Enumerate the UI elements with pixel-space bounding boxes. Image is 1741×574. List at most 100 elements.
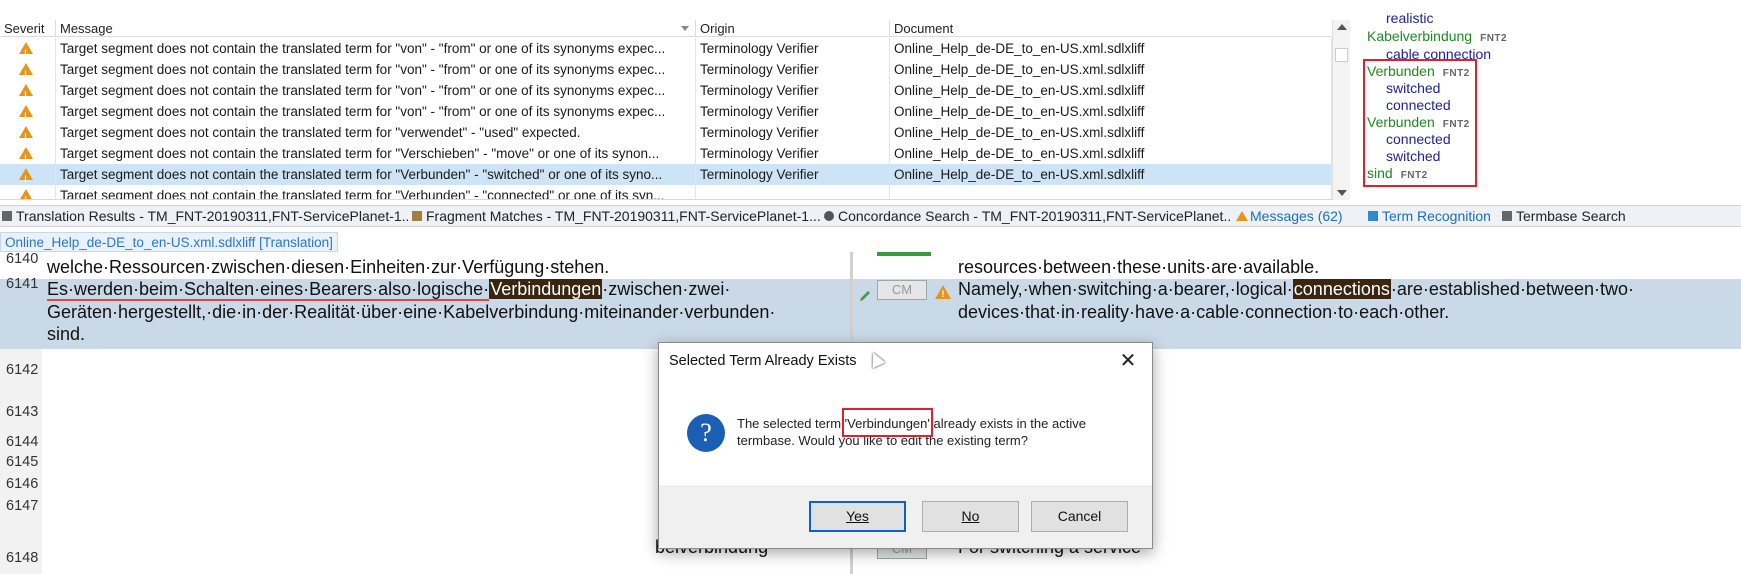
source-text: ·zwischen·zwei· bbox=[602, 279, 731, 299]
document-cell: Online_Help_de-DE_to_en-US.xml.sdlxliff bbox=[890, 101, 1332, 122]
warning-icon[interactable]: ! bbox=[935, 285, 951, 299]
tab-messages[interactable]: Messages (62) bbox=[1234, 206, 1362, 228]
target-segment-active[interactable]: Namely,·when·switching·a·bearer,·logical… bbox=[958, 279, 1634, 300]
message-row[interactable]: Target segment does not contain the tran… bbox=[0, 59, 1332, 80]
col-message-label: Message bbox=[60, 21, 113, 36]
origin-cell: Terminology Verifier bbox=[696, 164, 890, 185]
target-text: Namely,·when·switching·a·bearer,·logical… bbox=[958, 279, 1293, 299]
tab-concordance-search[interactable]: Concordance Search - TM_FNT-20190311,FNT… bbox=[822, 206, 1232, 228]
highlight-box bbox=[841, 408, 933, 437]
highlight-box bbox=[1363, 59, 1477, 187]
document-cell: Online_Help_de-DE_to_en-US.xml.sdlxliff bbox=[890, 38, 1332, 59]
yes-button[interactable]: Yes bbox=[809, 501, 906, 532]
cancel-button[interactable]: Cancel bbox=[1031, 501, 1128, 532]
target-segment-line[interactable]: devices·that·in·reality·have·a·cable·con… bbox=[958, 302, 1449, 323]
message-row[interactable]: Target segment does not contain the tran… bbox=[0, 185, 1332, 199]
term-en[interactable]: realistic bbox=[1386, 10, 1433, 26]
warning-icon bbox=[1236, 211, 1248, 221]
dialog-term: 'Verbindungen' bbox=[841, 408, 933, 437]
document-cell: Online_Help_de-DE_to_en-US.xml.sdlxliff bbox=[890, 164, 1332, 185]
severity-cell bbox=[0, 164, 56, 185]
term-recognition-icon bbox=[1368, 211, 1378, 221]
col-severity[interactable]: Severit bbox=[0, 20, 56, 37]
col-message[interactable]: Message bbox=[56, 20, 696, 37]
status-indicator bbox=[877, 252, 931, 256]
message-cell: Target segment does not contain the tran… bbox=[56, 122, 696, 143]
close-icon[interactable]: ✕ bbox=[1116, 349, 1140, 373]
message-row[interactable]: Target segment does not contain the tran… bbox=[0, 80, 1332, 101]
tab-label: Fragment Matches - TM_FNT-20190311,FNT-S… bbox=[426, 208, 820, 224]
source-text: Es·werden·beim·Schalten·eines·Bearers·al… bbox=[47, 279, 490, 301]
message-cell: Target segment does not contain the tran… bbox=[56, 101, 696, 122]
segment-number: 6141 bbox=[6, 276, 39, 292]
scroll-thumb[interactable] bbox=[1335, 48, 1348, 62]
severity-cell bbox=[0, 59, 56, 80]
source-segment[interactable]: welche·Ressourcen·zwischen·diesen·Einhei… bbox=[47, 257, 609, 278]
message-cell: Target segment does not contain the tran… bbox=[56, 143, 696, 164]
severity-cell bbox=[0, 185, 56, 199]
tab-fragment-matches[interactable]: Fragment Matches - TM_FNT-20190311,FNT-S… bbox=[410, 206, 820, 228]
tab-label: Concordance Search - TM_FNT-20190311,FNT… bbox=[838, 208, 1232, 224]
segment-number: 6142 bbox=[6, 362, 39, 378]
warning-icon bbox=[19, 168, 33, 185]
segment-number: 6140 bbox=[6, 252, 39, 267]
term-de[interactable]: Kabelverbindung FNT2 bbox=[1367, 28, 1507, 44]
origin-cell: Terminology Verifier bbox=[696, 122, 890, 143]
messages-table: Severit Message Origin Document Target s… bbox=[0, 20, 1350, 200]
severity-cell bbox=[0, 38, 56, 59]
selected-term-exists-dialog: Selected Term Already Exists ✕ ? The sel… bbox=[658, 342, 1153, 549]
messages-scrollbar[interactable] bbox=[1332, 20, 1350, 200]
warning-icon bbox=[19, 63, 33, 80]
message-row-selected[interactable]: Target segment does not contain the tran… bbox=[0, 164, 1332, 185]
severity-cell bbox=[0, 122, 56, 143]
tab-translation-results[interactable]: Translation Results - TM_FNT-20190311,FN… bbox=[0, 206, 408, 228]
message-row[interactable]: Target segment does not contain the tran… bbox=[0, 101, 1332, 122]
tab-termbase-search[interactable]: Termbase Search bbox=[1500, 206, 1640, 228]
source-segment-active[interactable]: Es·werden·beim·Schalten·eines·Bearers·al… bbox=[47, 279, 731, 301]
document-cell: Online_Help_de-DE_to_en-US.xml.sdlxliff bbox=[890, 143, 1332, 164]
message-row[interactable]: Target segment does not contain the tran… bbox=[0, 143, 1332, 164]
message-row[interactable]: Target segment does not contain the tran… bbox=[0, 38, 1332, 59]
match-status-box[interactable]: CM bbox=[877, 280, 927, 300]
document-tab[interactable]: Online_Help_de-DE_to_en-US.xml.sdlxliff … bbox=[0, 232, 338, 252]
message-cell: Target segment does not contain the tran… bbox=[56, 185, 696, 199]
target-segment[interactable]: resources·between·these·units·are·availa… bbox=[958, 257, 1319, 278]
warning-icon bbox=[19, 42, 33, 59]
origin-cell: Terminology Verifier bbox=[696, 38, 890, 59]
source-segment-line[interactable]: sind. bbox=[47, 324, 85, 345]
document-cell: Online_Help_de-DE_to_en-US.xml.sdlxliff bbox=[890, 80, 1332, 101]
sort-arrow-icon bbox=[681, 26, 689, 31]
severity-cell bbox=[0, 143, 56, 164]
message-cell: Target segment does not contain the tran… bbox=[56, 80, 696, 101]
severity-cell bbox=[0, 80, 56, 101]
bottom-tab-bar: Translation Results - TM_FNT-20190311,FN… bbox=[0, 205, 1741, 227]
message-row[interactable]: Target segment does not contain the tran… bbox=[0, 122, 1332, 143]
source-segment-line[interactable]: Geräten·hergestellt,·die·in·der·Realität… bbox=[47, 302, 775, 323]
fragment-matches-icon bbox=[412, 211, 422, 221]
document-cell: Online_Help_de-DE_to_en-US.xml.sdlxliff bbox=[890, 122, 1332, 143]
message-cell: Target segment does not contain the tran… bbox=[56, 59, 696, 80]
document-cell bbox=[890, 185, 1332, 199]
origin-cell: Terminology Verifier bbox=[696, 101, 890, 122]
col-origin[interactable]: Origin bbox=[696, 20, 890, 37]
cancel-label: Cancel bbox=[1057, 508, 1102, 524]
tab-label: Translation Results - TM_FNT-20190311,FN… bbox=[16, 208, 408, 224]
origin-cell: Terminology Verifier bbox=[696, 59, 890, 80]
target-highlight-term: connections bbox=[1292, 279, 1391, 299]
term-recognition-panel: realistic Kabelverbindung FNT2 cable conn… bbox=[1360, 10, 1741, 200]
segment-number: 6143 bbox=[6, 404, 39, 420]
message-cell: Target segment does not contain the tran… bbox=[56, 164, 696, 185]
col-document[interactable]: Document bbox=[890, 20, 1332, 37]
app-window: Severit Message Origin Document Target s… bbox=[0, 0, 1741, 574]
target-text: ·are·established·between·two· bbox=[1390, 279, 1634, 299]
no-label: No bbox=[961, 508, 980, 524]
term-label: Kabelverbindung bbox=[1367, 28, 1473, 44]
tab-label: Term Recognition bbox=[1382, 208, 1491, 224]
yes-label: Yes bbox=[846, 508, 869, 524]
tab-term-recognition[interactable]: Term Recognition bbox=[1366, 206, 1498, 228]
scroll-down-icon[interactable] bbox=[1337, 190, 1347, 196]
question-icon: ? bbox=[687, 414, 725, 452]
no-button[interactable]: No bbox=[922, 501, 1019, 532]
scroll-up-icon[interactable] bbox=[1337, 24, 1347, 30]
segment-number: 6148 bbox=[6, 550, 39, 566]
